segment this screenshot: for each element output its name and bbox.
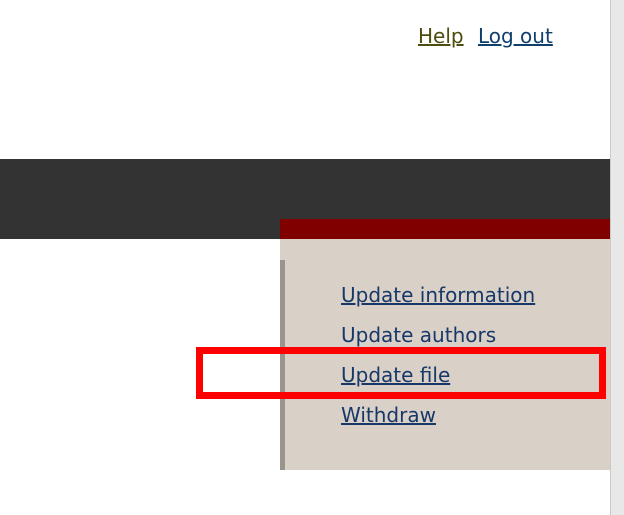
top-links: Help Log out (418, 22, 553, 50)
actions-menu-list: Update information Update authors Update… (341, 275, 535, 435)
help-link[interactable]: Help (418, 24, 464, 48)
page-right-edge (610, 0, 624, 515)
update-information-link[interactable]: Update information (341, 275, 535, 315)
withdraw-link[interactable]: Withdraw (341, 395, 535, 435)
update-file-link[interactable]: Update file (341, 355, 535, 395)
menu-panel-left-edge (280, 260, 285, 470)
logout-link[interactable]: Log out (478, 24, 553, 48)
update-authors-link[interactable]: Update authors (341, 315, 535, 355)
